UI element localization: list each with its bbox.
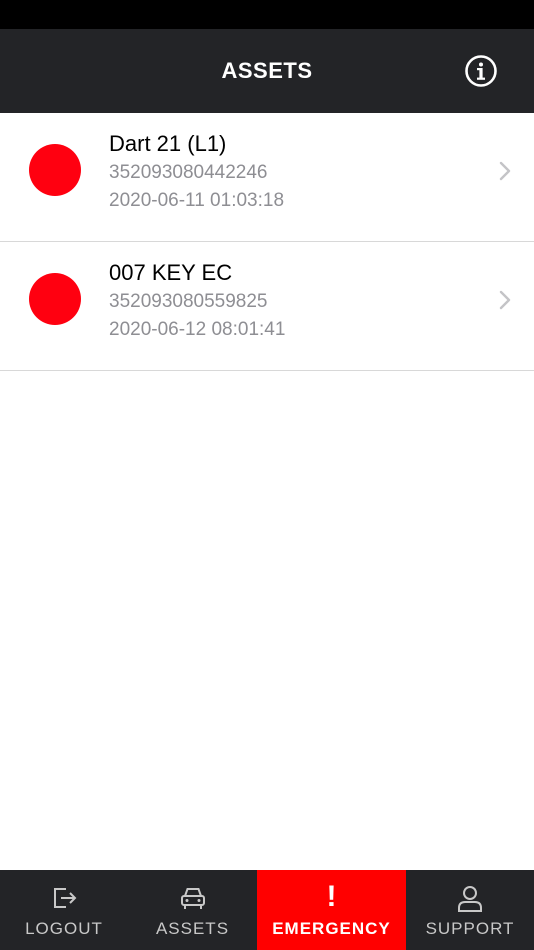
chevron-right-icon — [499, 290, 511, 310]
info-circle-icon[interactable] — [464, 54, 498, 88]
asset-row[interactable]: 007 KEY EC 352093080559825 2020-06-12 08… — [0, 242, 534, 371]
asset-id: 352093080442246 — [109, 162, 268, 183]
tab-label: ASSETS — [155, 919, 230, 938]
status-indicator — [29, 273, 81, 325]
tab-bar: LOGOUT ASSETS ! EMERGENCY SUPPORT — [0, 870, 534, 950]
nav-bar: ASSETS — [0, 29, 534, 113]
asset-list: Dart 21 (L1) 352093080442246 2020-06-11 … — [0, 113, 534, 371]
tab-label: EMERGENCY — [272, 919, 391, 938]
exclamation-icon: ! — [326, 880, 337, 913]
tab-assets[interactable]: ASSETS — [128, 870, 257, 950]
tab-label: LOGOUT — [25, 919, 103, 938]
car-icon — [180, 888, 205, 909]
asset-id: 352093080559825 — [109, 291, 268, 312]
tab-support[interactable]: SUPPORT — [406, 870, 534, 950]
status-indicator — [29, 144, 81, 196]
tab-emergency[interactable]: ! EMERGENCY — [257, 870, 406, 950]
chevron-right-icon — [499, 161, 511, 181]
asset-row[interactable]: Dart 21 (L1) 352093080442246 2020-06-11 … — [0, 113, 534, 242]
asset-timestamp: 2020-06-12 08:01:41 — [109, 319, 286, 340]
logout-icon — [54, 888, 77, 908]
tab-label: SUPPORT — [425, 919, 515, 938]
asset-name: 007 KEY EC — [109, 260, 233, 285]
asset-name: Dart 21 (L1) — [109, 131, 227, 156]
page-title: ASSETS — [221, 58, 313, 83]
status-bar — [0, 0, 534, 29]
asset-timestamp: 2020-06-11 01:03:18 — [109, 190, 285, 211]
tab-logout[interactable]: LOGOUT — [0, 870, 128, 950]
person-icon — [458, 886, 482, 912]
